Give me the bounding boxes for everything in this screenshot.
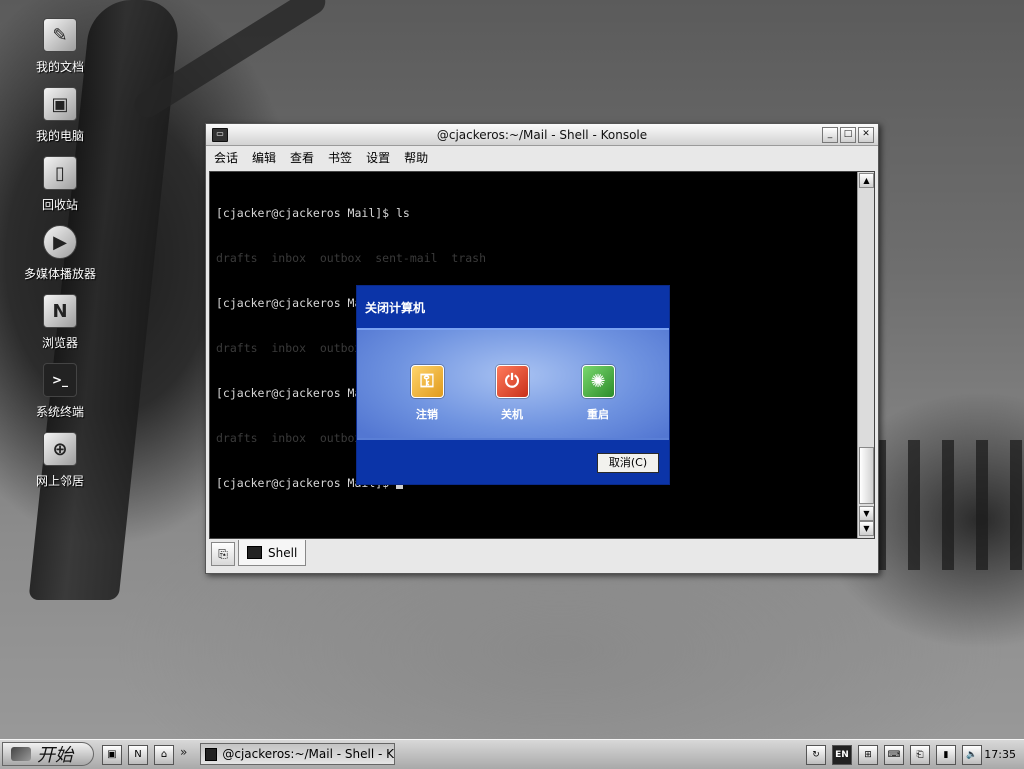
battery-icon[interactable]: ▮ (936, 745, 956, 765)
desktop-icon-label: 我的文档 (35, 60, 84, 74)
quick-launch-bar: ▣ N ⌂ » (102, 745, 187, 765)
menu-view[interactable]: 查看 (290, 149, 314, 166)
konsole-tabbar: ⎘ Shell (209, 540, 873, 568)
window-controls: _ □ ✕ (822, 127, 874, 143)
desktop-icon-network[interactable]: ⊕ 网上邻居 (14, 432, 106, 501)
start-button-label: 开始 (37, 745, 73, 766)
tab-shell-label: Shell (268, 545, 298, 560)
taskbar: 开始 ▣ N ⌂ » @cjackeros:~/Mail - Shell - K… (0, 739, 1024, 769)
wallpaper-fence (874, 440, 1024, 570)
terminal-icon (247, 546, 262, 559)
desktop-icon-browser[interactable]: N 浏览器 (14, 294, 106, 363)
restart-label: 重启 (587, 408, 609, 421)
minimize-button[interactable]: _ (822, 127, 838, 143)
shutdown-dialog: 关闭计算机 ⚿ 注销 ⏻ 关机 ✺ 重启 取消(C) (356, 285, 670, 485)
desktop-icon-recycle-bin[interactable]: ▯ 回收站 (14, 156, 106, 225)
volume-icon[interactable]: 🔈 (962, 745, 982, 765)
shutdown-option[interactable]: ⏻ 关机 (482, 365, 542, 422)
scroll-down-arrow-icon[interactable]: ▼ (859, 521, 874, 536)
desktop-icon-media-player[interactable]: ▶ 多媒体播放器 (14, 225, 106, 294)
logoff-option[interactable]: ⚿ 注销 (397, 365, 457, 422)
new-session-button[interactable]: ⎘ (211, 542, 235, 566)
desktop-icon-my-computer[interactable]: ▣ 我的电脑 (14, 87, 106, 156)
input-method-indicator[interactable]: EN (832, 745, 852, 765)
maximize-button[interactable]: □ (840, 127, 856, 143)
desktop-icon-my-documents[interactable]: ✎ 我的文档 (14, 18, 106, 87)
restart-option[interactable]: ✺ 重启 (568, 365, 628, 422)
desktop-icon-label: 网上邻居 (35, 474, 84, 488)
file-manager-icon[interactable]: ⌂ (154, 745, 174, 765)
scroll-up-arrow-icon[interactable]: ▲ (859, 173, 874, 188)
show-desktop-icon[interactable]: ▣ (102, 745, 122, 765)
close-button[interactable]: ✕ (858, 127, 874, 143)
cancel-button[interactable]: 取消(C) (597, 453, 659, 473)
konsole-titlebar[interactable]: ▭ @cjackeros:~/Mail - Shell - Konsole _ … (206, 124, 878, 146)
menu-bookmarks[interactable]: 书签 (328, 149, 352, 166)
shutdown-label: 关机 (501, 408, 523, 421)
clock[interactable]: 17:35 (984, 748, 1016, 761)
browser-icon[interactable]: N (128, 745, 148, 765)
menu-help[interactable]: 帮助 (404, 149, 428, 166)
browser-icon: N (43, 294, 77, 328)
computer-icon: ▣ (43, 87, 77, 121)
terminal-icon (205, 747, 218, 761)
more-quick-launch-icon[interactable]: » (180, 745, 187, 765)
terminal-scrollbar[interactable]: ▲ ▼ ▼ (857, 172, 874, 538)
documents-icon: ✎ (43, 18, 77, 52)
trash-icon: ▯ (43, 156, 77, 190)
system-tray: ↻ EN ⊞ ⌨ ⎗ ▮ 🔈 (806, 745, 982, 765)
desktop-icon-label: 回收站 (41, 198, 78, 212)
terminal-icon: >_ (43, 363, 77, 397)
desktop-icon-label: 我的电脑 (35, 129, 84, 143)
desktop: ✎ 我的文档 ▣ 我的电脑 ▯ 回收站 ▶ 多媒体播放器 N 浏览器 >_ 系统… (0, 0, 1024, 739)
tab-shell[interactable]: Shell (238, 540, 306, 566)
menu-edit[interactable]: 编辑 (252, 149, 276, 166)
scrollbar-thumb[interactable] (859, 447, 874, 504)
terminal-line: drafts inbox outbox sent-mail trash (216, 251, 487, 265)
logoff-label: 注销 (416, 408, 438, 421)
konsole-menubar: 会话 编辑 查看 书签 设置 帮助 (206, 146, 878, 168)
restart-icon[interactable]: ✺ (581, 365, 615, 398)
menu-session[interactable]: 会话 (214, 149, 238, 166)
update-icon[interactable]: ↻ (806, 745, 826, 765)
start-button[interactable]: 开始 (2, 742, 94, 766)
key-icon[interactable]: ⚿ (410, 365, 444, 398)
start-logo-icon (11, 747, 31, 761)
media-player-icon: ▶ (43, 225, 77, 259)
desktop-icon-column: ✎ 我的文档 ▣ 我的电脑 ▯ 回收站 ▶ 多媒体播放器 N 浏览器 >_ 系统… (14, 18, 106, 501)
menu-settings[interactable]: 设置 (366, 149, 390, 166)
shutdown-options-panel: ⚿ 注销 ⏻ 关机 ✺ 重启 (357, 330, 669, 438)
power-icon[interactable]: ⏻ (495, 365, 529, 398)
clipboard-icon[interactable]: ⎗ (910, 745, 930, 765)
keyboard-icon[interactable]: ⌨ (884, 745, 904, 765)
taskbar-item-label: @cjackeros:~/Mail - Shell - K (222, 747, 394, 761)
network-icon[interactable]: ⊞ (858, 745, 878, 765)
desktop-icon-label: 浏览器 (41, 336, 78, 350)
desktop-icon-terminal[interactable]: >_ 系统终端 (14, 363, 106, 432)
konsole-window-title: @cjackeros:~/Mail - Shell - Konsole (436, 127, 648, 142)
scroll-down-arrow-icon[interactable]: ▼ (859, 506, 874, 521)
taskbar-item-konsole[interactable]: @cjackeros:~/Mail - Shell - K (200, 743, 395, 765)
desktop-icon-label: 系统终端 (35, 405, 84, 419)
shutdown-dialog-title: 关闭计算机 (357, 286, 669, 330)
shutdown-dialog-footer: 取消(C) (357, 440, 669, 484)
desktop-icon-label: 多媒体播放器 (23, 267, 96, 281)
network-icon: ⊕ (43, 432, 77, 466)
terminal-line: [cjacker@cjackeros Mail]$ ls (216, 206, 410, 220)
